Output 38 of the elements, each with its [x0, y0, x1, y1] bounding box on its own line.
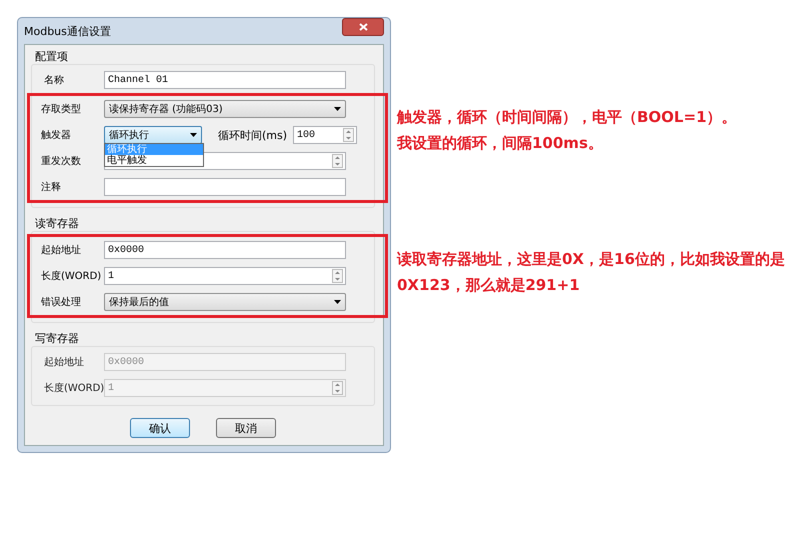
caret-icon: [334, 300, 341, 304]
annotation-text: 读取寄存器地址，这里是0X，是16位的，比如我设置的是0X123，那么就是291+1: [397, 249, 786, 296]
text-field[interactable]: Channel 01: [104, 71, 346, 89]
group-title: 读寄存器: [34, 216, 80, 231]
spin-arrows-icon: [332, 154, 343, 168]
group-title: 写寄存器: [34, 331, 80, 346]
dialog-button[interactable]: 确认: [130, 418, 190, 438]
close-icon: [358, 23, 368, 31]
field-label: 错误处理: [40, 296, 82, 309]
close-button[interactable]: [342, 18, 384, 36]
group-title: 配置项: [34, 49, 69, 64]
field-label: 长度(WORD): [43, 382, 104, 395]
window-title: Modbus通信设置: [24, 24, 111, 38]
dropdown-option[interactable]: 电平触发: [105, 155, 203, 166]
field-label: 名称: [43, 74, 65, 87]
dropdown[interactable]: 循环执行: [104, 126, 202, 144]
field-label: 重发次数: [40, 154, 82, 168]
field-label: 触发器: [40, 129, 72, 142]
dropdown[interactable]: 保持最后的值: [104, 293, 346, 311]
text-field[interactable]: 0x0000: [104, 241, 346, 259]
caret-icon: [334, 107, 341, 111]
spin-arrows-icon: [332, 269, 343, 283]
caret-icon: [190, 133, 197, 137]
annotation-text: 我设置的循环，间隔100ms。: [397, 133, 604, 154]
field-label: 注释: [40, 180, 62, 194]
spin-field[interactable]: 1: [104, 267, 346, 285]
spin-field[interactable]: 100: [293, 126, 358, 144]
dialog-button[interactable]: 取消: [216, 418, 276, 438]
field-label: 起始地址: [43, 356, 85, 369]
spin-arrows-icon: [332, 381, 343, 395]
field-label: 长度(WORD): [40, 270, 102, 283]
annotation-text: 触发器，循环（时间间隔），电平（BOOL=1）。: [397, 107, 738, 128]
dropdown[interactable]: 读保持寄存器 (功能码03): [104, 100, 346, 118]
spin-arrows-icon: [343, 128, 354, 142]
field-label: 循环时间(ms): [218, 128, 288, 142]
field-label: 存取类型: [40, 102, 82, 116]
text-field[interactable]: [104, 178, 346, 196]
field-label: 起始地址: [40, 244, 82, 257]
